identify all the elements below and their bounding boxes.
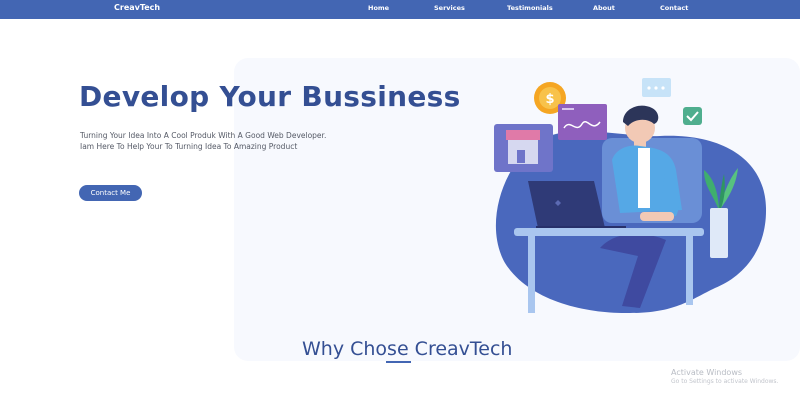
- brand-logo[interactable]: CreavTech: [114, 3, 160, 12]
- analytics-card: [558, 104, 607, 140]
- hero-title: Develop Your Bussiness: [79, 80, 461, 113]
- activate-windows-subtitle: Go to Settings to activate Windows.: [671, 378, 779, 385]
- hero-description-line-1: Turning Your Idea Into A Cool Produk Wit…: [80, 131, 327, 140]
- developer-illustration: $: [494, 78, 767, 314]
- chat-bubble-icon: [642, 78, 671, 97]
- coin-symbol: $: [545, 92, 554, 107]
- hero-description-line-2: Iam Here To Help Your To Turning Idea To…: [80, 142, 298, 151]
- activate-windows-watermark: Activate Windows: [671, 368, 743, 377]
- check-badge-icon: [683, 107, 702, 125]
- nav-testimonials[interactable]: Testimonials: [507, 4, 553, 12]
- nav-home[interactable]: Home: [368, 4, 389, 12]
- nav-services[interactable]: Services: [434, 4, 465, 12]
- nav-about[interactable]: About: [593, 4, 615, 12]
- shop-card: [494, 124, 553, 172]
- section-title-underline: [386, 361, 411, 363]
- nav-contact[interactable]: Contact: [660, 4, 688, 12]
- why-choose-section-title: Why Chose CreavTech: [302, 338, 513, 360]
- contact-me-button[interactable]: Contact Me: [79, 185, 142, 201]
- navbar: CreavTech Home Services Testimonials Abo…: [0, 0, 800, 19]
- hero-description: Turning Your Idea Into A Cool Produk Wit…: [80, 130, 400, 152]
